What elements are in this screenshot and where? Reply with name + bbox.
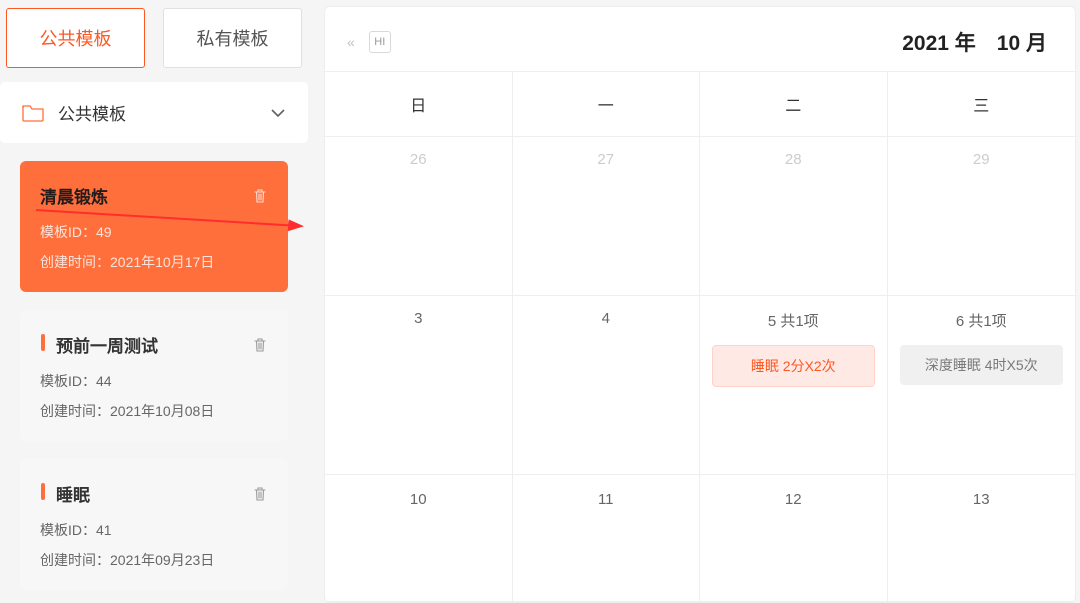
weekday-header: 日 (325, 72, 513, 136)
calendar-cell[interactable]: 27 (513, 137, 701, 296)
weekday-header: 一 (513, 72, 701, 136)
template-time: 创建时间：2021年09月23日 (40, 550, 268, 570)
calendar-event[interactable]: 深度睡眠 4时X5次 (900, 345, 1064, 385)
template-card[interactable]: 预前一周测试 模板ID：44 创建时间：2021年10月08日 (20, 310, 288, 441)
calendar-cell[interactable]: 29 (888, 137, 1076, 296)
folder-title: 公共模板 (58, 100, 270, 125)
calendar-cell[interactable]: 11 (513, 475, 701, 602)
tab-public-templates[interactable]: 公共模板 (6, 8, 145, 68)
template-id: 模板ID：49 (40, 222, 268, 242)
weekday-header: 三 (888, 72, 1076, 136)
template-time: 创建时间：2021年10月17日 (40, 252, 268, 272)
template-card[interactable]: 清晨锻炼 模板ID：49 创建时间：2021年10月17日 (20, 161, 288, 292)
calendar-cell[interactable]: 5 共1项 睡眠 2分X2次 (700, 296, 888, 475)
calendar-title: 2021 年 10 月 (391, 27, 1051, 57)
calendar-cell[interactable]: 10 (325, 475, 513, 602)
template-title: 预前一周测试 (40, 332, 158, 357)
calendar-event[interactable]: 睡眠 2分X2次 (712, 345, 875, 387)
calendar-cell[interactable]: 12 (700, 475, 888, 602)
weekday-header: 二 (700, 72, 888, 136)
chevron-down-icon (270, 108, 286, 118)
indicator-bar (41, 334, 45, 351)
calendar-cell[interactable]: 6 共1项 深度睡眠 4时X5次 (888, 296, 1076, 475)
prev-double-icon[interactable]: « (347, 34, 355, 50)
calendar-grid: 26 27 28 29 3 4 5 共1项 睡眠 2分X2次 6 共1项 深度睡… (325, 136, 1075, 602)
tab-private-templates[interactable]: 私有模板 (163, 8, 302, 68)
calendar-cell[interactable]: 13 (888, 475, 1076, 602)
today-button[interactable]: HI (369, 31, 391, 53)
trash-icon[interactable] (252, 486, 268, 502)
template-time: 创建时间：2021年10月08日 (40, 401, 268, 421)
indicator-bar (41, 483, 45, 500)
template-id: 模板ID：44 (40, 371, 268, 391)
calendar-cell[interactable]: 28 (700, 137, 888, 296)
trash-icon[interactable] (252, 337, 268, 353)
template-card[interactable]: 睡眠 模板ID：41 创建时间：2021年09月23日 (20, 459, 288, 590)
calendar-cell[interactable]: 4 (513, 296, 701, 475)
calendar-panel: « HI 2021 年 10 月 日 一 二 三 26 27 28 29 3 4… (324, 6, 1076, 603)
template-title: 睡眠 (40, 481, 90, 506)
calendar-cell[interactable]: 3 (325, 296, 513, 475)
calendar-cell[interactable]: 26 (325, 137, 513, 296)
folder-header[interactable]: 公共模板 (0, 82, 308, 143)
sidebar: 公共模板 私有模板 公共模板 清晨锻炼 模板ID：49 创建时间：2021年10 (0, 0, 308, 603)
folder-icon (22, 104, 44, 122)
trash-icon[interactable] (252, 188, 268, 204)
template-title: 清晨锻炼 (40, 183, 108, 208)
template-id: 模板ID：41 (40, 520, 268, 540)
